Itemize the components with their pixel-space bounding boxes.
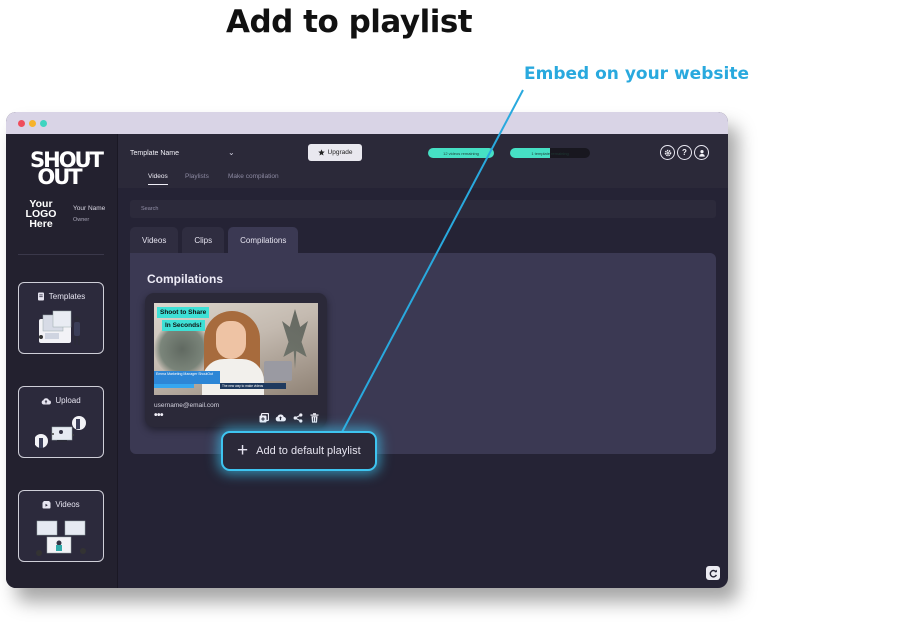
upload-illustration	[35, 416, 86, 448]
page: Add to playlist Embed on your website SH…	[0, 0, 906, 626]
trash-icon[interactable]	[309, 412, 320, 423]
cloud-upload-glyph	[275, 414, 286, 422]
card-actions	[258, 412, 320, 423]
upgrade-label: Upgrade	[327, 149, 353, 156]
logo-line-2: OUT	[37, 165, 82, 189]
trash-glyph	[310, 412, 319, 423]
template-name-dropdown[interactable]: Template Name	[130, 150, 179, 157]
user-name: Your Name	[73, 205, 106, 212]
app-window: SHOUT OUT ® Your LOGO Here Your Name Own…	[6, 112, 728, 588]
thumbnail-laptop	[264, 361, 292, 381]
add-to-playlist-tooltip[interactable]: + Add to default playlist	[221, 431, 377, 471]
sidebar-item-templates[interactable]: Templates	[18, 282, 104, 354]
refresh-icon[interactable]	[706, 566, 720, 580]
sidebar-item-label: Videos	[55, 500, 80, 509]
sidebar-item-upload[interactable]: Upload	[18, 386, 104, 458]
playlist-add-icon[interactable]	[258, 412, 269, 423]
videos-remaining-badge: 12 videos remaining	[428, 148, 494, 158]
sidebar-item-header: Upload	[19, 396, 103, 405]
gear-glyph	[664, 149, 671, 156]
brand-logo-placeholder: Your LOGO Here	[24, 199, 58, 230]
share-glyph	[293, 412, 302, 423]
compilations-panel: Compilations Shoot to Share In Seconds! …	[130, 253, 716, 454]
more-options-icon[interactable]: •••	[154, 410, 164, 421]
window-titlebar	[6, 112, 728, 134]
logo-registered-mark: ®	[85, 156, 91, 163]
video-thumbnail[interactable]: Shoot to Share In Seconds! Emma Marketin…	[154, 303, 318, 395]
sidebar: SHOUT OUT ® Your LOGO Here Your Name Own…	[6, 134, 118, 588]
thumbnail-strip: The new way to make videos	[220, 383, 286, 389]
top-bar: Template Name ⌄ Upgrade 12 videos remain…	[118, 134, 728, 188]
card-email: username@email.com	[154, 402, 220, 409]
shoutout-logo[interactable]: SHOUT OUT ®	[30, 150, 104, 189]
sidebar-item-label: Upload	[55, 396, 81, 405]
thumbnail-person-face	[216, 321, 246, 359]
thumbnail-plant	[282, 309, 308, 369]
maximize-window-dot[interactable]	[40, 119, 47, 127]
share-icon[interactable]	[292, 412, 303, 423]
tooltip-label: Add to default playlist	[256, 445, 361, 457]
thumbnail-lower-third-bar	[154, 384, 194, 388]
sidebar-item-videos[interactable]: Videos	[18, 490, 104, 562]
cloud-upload-icon	[41, 397, 52, 405]
templates-remaining-label: 1 template remaining	[531, 150, 569, 156]
tab-compilations[interactable]: Compilations	[228, 227, 299, 253]
subtab-make-compilation[interactable]: Make compilation	[228, 173, 279, 180]
compilation-card[interactable]: Shoot to Share In Seconds! Emma Marketin…	[145, 293, 327, 427]
subtab-playlists[interactable]: Playlists	[185, 173, 209, 180]
thumbnail-caption-2: In Seconds!	[162, 320, 205, 331]
close-window-dot[interactable]	[18, 119, 25, 127]
upgrade-button[interactable]: Upgrade	[308, 144, 362, 161]
panel-title: Compilations	[147, 272, 224, 286]
user-icon[interactable]	[694, 145, 709, 160]
account-block[interactable]: Your LOGO Here Your Name Owner	[22, 199, 106, 239]
callout-label: Embed on your website	[524, 64, 749, 84]
user-glyph	[698, 149, 705, 157]
subtab-videos[interactable]: Videos	[148, 173, 168, 185]
plus-icon: +	[237, 439, 249, 461]
playlist-add-glyph	[259, 412, 269, 422]
sidebar-item-header: Templates	[19, 292, 103, 301]
main-content: Template Name ⌄ Upgrade 12 videos remain…	[118, 134, 728, 588]
sidebar-item-label: Templates	[48, 292, 86, 301]
content-tabs: Videos Clips Compilations	[130, 227, 299, 253]
tab-videos[interactable]: Videos	[130, 227, 179, 253]
sidebar-item-header: Videos	[19, 500, 103, 509]
video-icon	[42, 500, 51, 508]
minimize-window-dot[interactable]	[29, 119, 36, 127]
gear-icon[interactable]	[660, 145, 675, 160]
thumbnail-lower-third: Emma Marketing Manager ShoutOut	[154, 371, 220, 384]
star-icon	[317, 149, 325, 156]
user-role: Owner	[73, 217, 90, 223]
templates-illustration	[39, 310, 80, 345]
videos-illustration	[36, 520, 86, 556]
help-icon[interactable]: ?	[677, 145, 692, 160]
chevron-down-icon[interactable]: ⌄	[228, 148, 235, 157]
brand-logo-line: Here	[29, 218, 53, 230]
top-icons: ?	[660, 145, 709, 160]
templates-remaining-badge: 1 template remaining	[510, 148, 590, 158]
thumbnail-caption-1: Shoot to Share	[157, 307, 210, 318]
template-icon	[37, 292, 44, 301]
page-heading: Add to playlist	[226, 4, 473, 40]
search-input[interactable]: Search	[130, 200, 716, 218]
sidebar-divider	[18, 254, 104, 255]
tab-clips[interactable]: Clips	[182, 227, 225, 253]
cloud-upload-icon[interactable]	[275, 412, 286, 423]
refresh-glyph	[709, 569, 717, 578]
